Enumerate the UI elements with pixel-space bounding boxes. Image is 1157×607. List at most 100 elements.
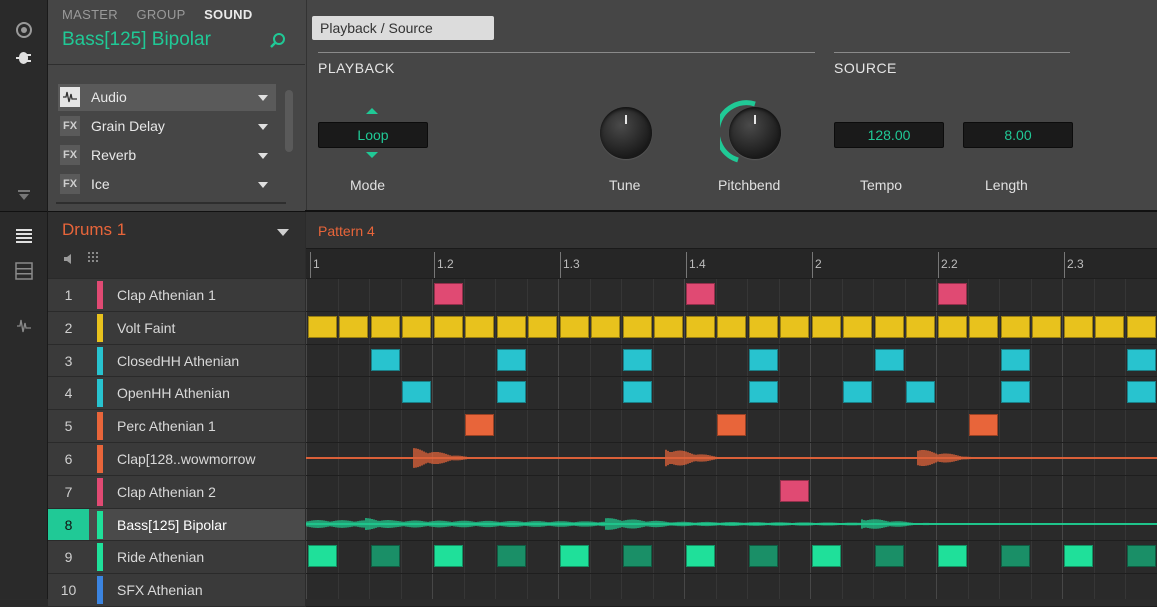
note-event[interactable] [371,349,400,371]
note-event[interactable] [717,316,746,338]
note-event[interactable] [497,545,526,567]
note-event[interactable] [749,545,778,567]
tune-knob[interactable] [600,107,652,159]
search-icon[interactable] [270,32,286,53]
step-grid[interactable] [306,278,1157,599]
sound-row[interactable]: 10SFX Athenian [48,573,305,606]
sound-row[interactable]: 8Bass[125] Bipolar [48,508,305,541]
note-event[interactable] [906,316,935,338]
pitchbend-knob[interactable] [729,107,781,159]
plugin-slot-ice[interactable]: FX Ice [58,171,276,198]
note-event[interactable] [402,381,431,403]
note-event[interactable] [465,414,494,436]
group-name[interactable]: Drums 1 [62,220,126,240]
note-event[interactable] [812,545,841,567]
note-event[interactable] [843,381,872,403]
tab-group[interactable]: GROUP [136,7,185,22]
note-event[interactable] [371,316,400,338]
sound-row[interactable]: 3ClosedHH Athenian [48,344,305,377]
note-event[interactable] [1032,316,1061,338]
plugin-slot-reverb[interactable]: FX Reverb [58,142,276,169]
waveform-icon[interactable] [0,318,47,339]
note-event[interactable] [1127,349,1156,371]
slot-scrollbar[interactable] [285,90,293,152]
note-event[interactable] [497,381,526,403]
sound-row[interactable]: 5Perc Athenian 1 [48,409,305,442]
chevron-down-icon[interactable] [258,95,268,101]
mode-up-icon[interactable] [366,108,378,114]
tab-sound[interactable]: SOUND [204,7,252,22]
note-event[interactable] [1001,545,1030,567]
plugin-slot-audio[interactable]: Audio [58,84,276,111]
note-event[interactable] [749,349,778,371]
sound-row[interactable]: 6Clap[128..wowmorrow [48,442,305,475]
note-event[interactable] [654,316,683,338]
note-event[interactable] [560,545,589,567]
note-event[interactable] [875,349,904,371]
plugin-slot-grain-delay[interactable]: FX Grain Delay [58,113,276,140]
note-event[interactable] [906,381,935,403]
note-event[interactable] [749,316,778,338]
sound-row[interactable]: 7Clap Athenian 2 [48,475,305,508]
note-event[interactable] [686,283,715,305]
note-event[interactable] [1001,349,1030,371]
note-event[interactable] [938,545,967,567]
sound-row[interactable]: 2Volt Faint [48,311,305,344]
tempo-value[interactable]: 128.00 [834,122,944,148]
note-event[interactable] [1095,316,1124,338]
audio-waveform[interactable] [306,508,1157,540]
sound-row[interactable]: 4OpenHH Athenian [48,376,305,409]
note-event[interactable] [843,316,872,338]
note-event[interactable] [1127,545,1156,567]
collapse-icon[interactable] [0,188,47,206]
mode-value[interactable]: Loop [318,122,428,148]
note-event[interactable] [969,316,998,338]
tab-master[interactable]: MASTER [62,7,118,22]
note-event[interactable] [497,316,526,338]
note-event[interactable] [497,349,526,371]
plugin-icon[interactable] [0,50,47,71]
audio-waveform[interactable] [306,442,1157,474]
length-value[interactable]: 8.00 [963,122,1073,148]
note-event[interactable] [623,349,652,371]
chevron-down-icon[interactable] [258,124,268,130]
keyboard-view-icon[interactable] [0,262,47,285]
pattern-name[interactable]: Pattern 4 [318,223,375,239]
note-event[interactable] [623,545,652,567]
speaker-icon[interactable] [63,252,75,270]
note-event[interactable] [528,316,557,338]
note-event[interactable] [780,480,809,502]
note-event[interactable] [969,414,998,436]
note-event[interactable] [1001,381,1030,403]
note-event[interactable] [623,316,652,338]
tab-playback-source[interactable]: Playback / Source [312,16,494,40]
note-event[interactable] [371,545,400,567]
note-event[interactable] [1001,316,1030,338]
note-event[interactable] [1127,316,1156,338]
note-event[interactable] [560,316,589,338]
note-event[interactable] [686,316,715,338]
note-event[interactable] [1064,545,1093,567]
grid-icon[interactable] [87,251,101,270]
power-icon[interactable] [0,22,47,43]
chevron-down-icon[interactable] [258,182,268,188]
chevron-down-icon[interactable] [258,153,268,159]
note-event[interactable] [434,283,463,305]
note-event[interactable] [591,316,620,338]
note-event[interactable] [1127,381,1156,403]
note-event[interactable] [780,316,809,338]
note-event[interactable] [686,545,715,567]
sound-row[interactable]: 1Clap Athenian 1 [48,278,305,311]
note-event[interactable] [402,316,431,338]
note-event[interactable] [623,381,652,403]
list-view-icon[interactable] [0,228,47,249]
note-event[interactable] [812,316,841,338]
note-event[interactable] [434,316,463,338]
mode-down-icon[interactable] [366,152,378,158]
note-event[interactable] [875,545,904,567]
group-dropdown-icon[interactable] [277,229,289,236]
note-event[interactable] [717,414,746,436]
note-event[interactable] [1064,316,1093,338]
note-event[interactable] [938,283,967,305]
note-event[interactable] [339,316,368,338]
